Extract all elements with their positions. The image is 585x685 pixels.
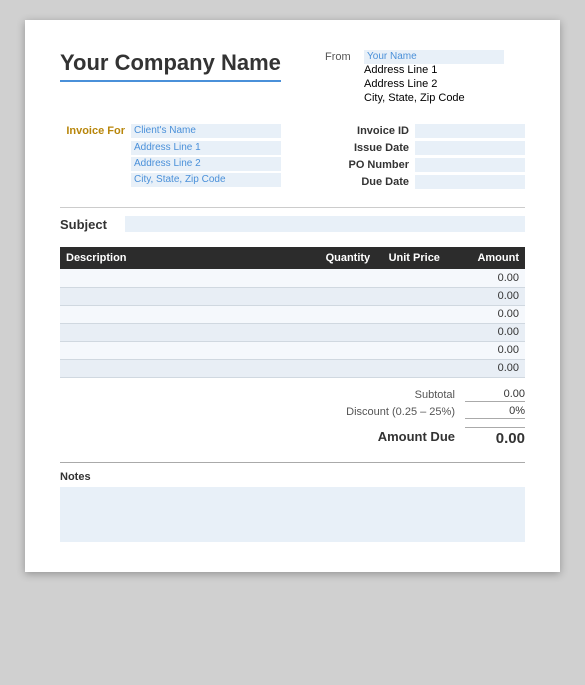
- po-number-label: PO Number: [339, 159, 409, 171]
- due-date-row: Due Date: [325, 175, 525, 189]
- row-description[interactable]: [60, 269, 316, 287]
- row-quantity[interactable]: [316, 323, 376, 341]
- row-quantity[interactable]: [316, 359, 376, 377]
- client-city-state-zip-field[interactable]: City, State, Zip Code: [131, 173, 281, 187]
- from-label: From: [325, 51, 360, 63]
- row-description[interactable]: [60, 287, 316, 305]
- col-quantity: Quantity: [316, 247, 376, 269]
- row-quantity[interactable]: [316, 305, 376, 323]
- company-name-block: Your Company Name: [60, 50, 281, 104]
- table-row: 0.00: [60, 341, 525, 359]
- subject-label: Subject: [60, 217, 115, 232]
- invoice-info-section: Invoice For Client's Name Address Line 1…: [60, 124, 525, 192]
- notes-section: Notes: [60, 462, 525, 542]
- row-quantity[interactable]: [316, 269, 376, 287]
- invoice-for-label: Invoice For: [60, 125, 125, 137]
- row-amount: 0.00: [446, 305, 525, 323]
- po-number-row: PO Number: [325, 158, 525, 172]
- subtotal-row: Subtotal 0.00: [275, 388, 525, 402]
- row-description[interactable]: [60, 359, 316, 377]
- subject-section: Subject: [60, 207, 525, 232]
- from-block: From Your Name Address Line 1 Address Li…: [325, 50, 525, 104]
- issue-date-field[interactable]: [415, 141, 525, 155]
- from-name-field[interactable]: Your Name: [364, 50, 504, 64]
- table-row: 0.00: [60, 323, 525, 341]
- notes-label: Notes: [60, 471, 525, 483]
- row-quantity[interactable]: [316, 341, 376, 359]
- due-date-field[interactable]: [415, 175, 525, 189]
- issue-date-label: Issue Date: [339, 142, 409, 154]
- row-amount: 0.00: [446, 359, 525, 377]
- col-amount: Amount: [446, 247, 525, 269]
- row-unit-price[interactable]: [376, 287, 446, 305]
- table-row: 0.00: [60, 287, 525, 305]
- subtotal-value: 0.00: [465, 388, 525, 402]
- table-row: 0.00: [60, 359, 525, 377]
- col-description: Description: [60, 247, 316, 269]
- line-items-table: Description Quantity Unit Price Amount 0…: [60, 247, 525, 378]
- invoice-id-label: Invoice ID: [339, 125, 409, 137]
- invoice-header: Your Company Name From Your Name Address…: [60, 50, 525, 104]
- totals-section: Subtotal 0.00 Discount (0.25 – 25%) 0% A…: [60, 388, 525, 447]
- row-amount: 0.00: [446, 323, 525, 341]
- due-date-label: Due Date: [339, 176, 409, 188]
- row-description[interactable]: [60, 305, 316, 323]
- table-row: 0.00: [60, 269, 525, 287]
- subject-field[interactable]: [125, 216, 525, 232]
- client-address1-field[interactable]: Address Line 1: [131, 141, 281, 155]
- discount-value[interactable]: 0%: [465, 405, 525, 419]
- row-quantity[interactable]: [316, 287, 376, 305]
- from-city-state-zip-field[interactable]: City, State, Zip Code: [364, 92, 525, 104]
- row-unit-price[interactable]: [376, 305, 446, 323]
- from-name-row: From Your Name: [325, 50, 525, 64]
- row-description[interactable]: [60, 323, 316, 341]
- client-block: Invoice For Client's Name Address Line 1…: [60, 124, 325, 192]
- amount-due-value: 0.00: [465, 427, 525, 447]
- row-unit-price[interactable]: [376, 341, 446, 359]
- row-amount: 0.00: [446, 341, 525, 359]
- row-unit-price[interactable]: [376, 359, 446, 377]
- table-row: 0.00: [60, 305, 525, 323]
- invoice-page: Your Company Name From Your Name Address…: [25, 20, 560, 572]
- invoice-ids-block: Invoice ID Issue Date PO Number Due Date: [325, 124, 525, 192]
- issue-date-row: Issue Date: [325, 141, 525, 155]
- discount-row: Discount (0.25 – 25%) 0%: [275, 405, 525, 419]
- row-description[interactable]: [60, 341, 316, 359]
- client-address-block: Address Line 1 Address Line 2 City, Stat…: [131, 141, 325, 187]
- row-amount: 0.00: [446, 269, 525, 287]
- notes-field[interactable]: [60, 487, 525, 542]
- client-name-field[interactable]: Client's Name: [131, 124, 281, 138]
- amount-due-label: Amount Due: [325, 429, 455, 444]
- from-address2-field[interactable]: Address Line 2: [364, 78, 525, 90]
- company-name[interactable]: Your Company Name: [60, 50, 281, 82]
- table-header-row: Description Quantity Unit Price Amount: [60, 247, 525, 269]
- row-unit-price[interactable]: [376, 323, 446, 341]
- client-address2-field[interactable]: Address Line 2: [131, 157, 281, 171]
- po-number-field[interactable]: [415, 158, 525, 172]
- invoice-id-field[interactable]: [415, 124, 525, 138]
- row-unit-price[interactable]: [376, 269, 446, 287]
- row-amount: 0.00: [446, 287, 525, 305]
- invoice-id-row: Invoice ID: [325, 124, 525, 138]
- amount-due-row: Amount Due 0.00: [275, 427, 525, 447]
- invoice-for-row: Invoice For Client's Name: [60, 124, 325, 138]
- col-unit-price: Unit Price: [376, 247, 446, 269]
- from-address1-field[interactable]: Address Line 1: [364, 64, 525, 76]
- subtotal-label: Subtotal: [325, 389, 455, 401]
- discount-label: Discount (0.25 – 25%): [325, 406, 455, 418]
